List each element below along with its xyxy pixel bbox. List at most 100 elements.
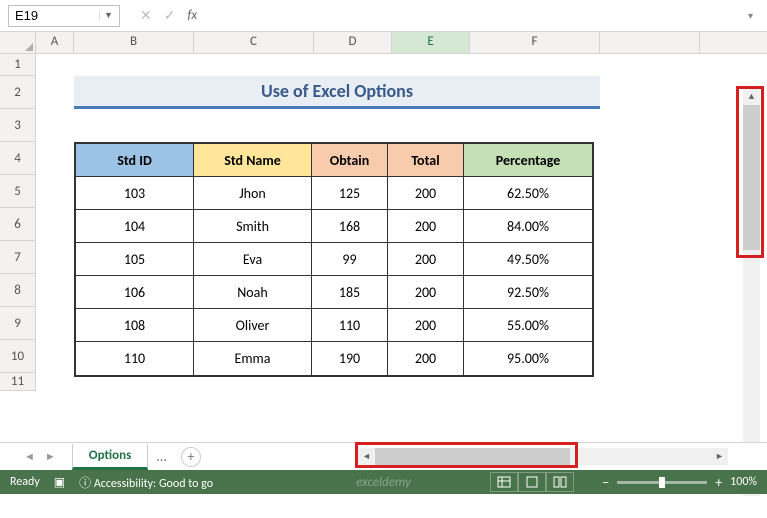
col-header-d[interactable]: D bbox=[314, 32, 392, 53]
fx-button[interactable]: fx bbox=[187, 8, 197, 23]
worksheet-area: A B C D E F 1 2 3 4 5 6 7 8 9 10 11 bbox=[0, 32, 767, 442]
page-layout-view-button[interactable] bbox=[518, 472, 546, 492]
cell[interactable]: 200 bbox=[388, 276, 464, 309]
cell[interactable]: 49.50% bbox=[464, 243, 592, 276]
cell[interactable]: 99 bbox=[312, 243, 388, 276]
table-row: 108 Oliver 110 200 55.00% bbox=[76, 309, 592, 342]
row-header[interactable]: 3 bbox=[0, 109, 35, 142]
zoom-out-button[interactable]: − bbox=[602, 474, 609, 491]
confirm-icon: ✓ bbox=[164, 7, 176, 24]
cell[interactable]: 200 bbox=[388, 243, 464, 276]
scroll-right-icon[interactable]: ► bbox=[711, 448, 728, 465]
accessibility-status[interactable]: ⓘ Accessibility: Good to go bbox=[79, 474, 213, 491]
cell[interactable]: 104 bbox=[76, 210, 194, 243]
table-row: 103 Jhon 125 200 62.50% bbox=[76, 177, 592, 210]
row-header[interactable]: 9 bbox=[0, 307, 35, 340]
row-header[interactable]: 10 bbox=[0, 340, 35, 373]
tab-prev-icon[interactable]: ◄ bbox=[24, 450, 35, 463]
row-header[interactable]: 5 bbox=[0, 175, 35, 208]
accessibility-label: Accessibility: Good to go bbox=[94, 477, 213, 491]
cell[interactable]: 110 bbox=[312, 309, 388, 342]
cell[interactable]: Eva bbox=[194, 243, 312, 276]
col-header-b[interactable]: B bbox=[74, 32, 194, 53]
row-header[interactable]: 4 bbox=[0, 142, 35, 175]
header-total[interactable]: Total bbox=[388, 144, 464, 177]
row-header[interactable]: 1 bbox=[0, 54, 35, 76]
col-header-c[interactable]: C bbox=[194, 32, 314, 53]
status-left: Ready ▣ ⓘ Accessibility: Good to go bbox=[10, 474, 213, 491]
table-row: 106 Noah 185 200 92.50% bbox=[76, 276, 592, 309]
sheet-tab-options[interactable]: Options bbox=[72, 444, 148, 470]
cell[interactable]: 190 bbox=[312, 342, 388, 375]
cell[interactable]: 200 bbox=[388, 309, 464, 342]
table-row: 110 Emma 190 200 95.00% bbox=[76, 342, 592, 375]
cell[interactable]: 106 bbox=[76, 276, 194, 309]
col-header-a[interactable]: A bbox=[36, 32, 74, 53]
cell[interactable]: 108 bbox=[76, 309, 194, 342]
grid-container: A B C D E F 1 2 3 4 5 6 7 8 9 10 11 bbox=[0, 32, 767, 442]
add-sheet-button[interactable]: + bbox=[181, 447, 201, 467]
row-header[interactable]: 2 bbox=[0, 76, 35, 109]
header-percentage[interactable]: Percentage bbox=[464, 144, 592, 177]
name-box[interactable]: ▼ bbox=[8, 5, 120, 27]
page-break-view-button[interactable] bbox=[546, 472, 574, 492]
status-ready: Ready bbox=[10, 475, 40, 489]
zoom-slider[interactable] bbox=[617, 481, 707, 484]
cell[interactable]: Jhon bbox=[194, 177, 312, 210]
cell[interactable]: Noah bbox=[194, 276, 312, 309]
row-header[interactable]: 11 bbox=[0, 373, 35, 391]
col-header-blank[interactable] bbox=[600, 32, 700, 53]
col-header-e[interactable]: E bbox=[392, 32, 470, 53]
column-headers: A B C D E F bbox=[0, 32, 767, 54]
tab-more-button[interactable]: ... bbox=[148, 448, 175, 465]
col-header-f[interactable]: F bbox=[470, 32, 600, 53]
zoom-slider-thumb[interactable] bbox=[659, 477, 665, 488]
header-std-name[interactable]: Std Name bbox=[194, 144, 312, 177]
cell[interactable]: Oliver bbox=[194, 309, 312, 342]
cell[interactable]: 92.50% bbox=[464, 276, 592, 309]
select-all-corner[interactable] bbox=[0, 32, 36, 53]
formula-input[interactable] bbox=[217, 6, 738, 26]
rows-area: 1 2 3 4 5 6 7 8 9 10 11 Use of Excel Opt… bbox=[0, 54, 767, 391]
row-header[interactable]: 8 bbox=[0, 274, 35, 307]
cell[interactable]: 168 bbox=[312, 210, 388, 243]
cell[interactable]: 105 bbox=[76, 243, 194, 276]
accessibility-icon: ⓘ bbox=[79, 477, 94, 491]
formula-expand-icon[interactable]: ▾ bbox=[748, 9, 759, 22]
cell[interactable]: Smith bbox=[194, 210, 312, 243]
zoom-controls: − + 100% bbox=[602, 474, 757, 491]
cell[interactable]: 95.00% bbox=[464, 342, 592, 375]
table-header-row: Std ID Std Name Obtain Total Percentage bbox=[76, 144, 592, 177]
sheet-title[interactable]: Use of Excel Options bbox=[74, 76, 600, 109]
row-header[interactable]: 6 bbox=[0, 208, 35, 241]
name-box-input[interactable] bbox=[9, 6, 99, 25]
name-box-dropdown[interactable]: ▼ bbox=[99, 10, 117, 21]
zoom-level[interactable]: 100% bbox=[730, 475, 757, 489]
cell[interactable]: 200 bbox=[388, 177, 464, 210]
sheet-tabs-bar: ◄ ► Options ... + ◄ ► bbox=[0, 442, 767, 470]
data-table: Std ID Std Name Obtain Total Percentage … bbox=[74, 142, 594, 377]
cancel-icon: ✕ bbox=[140, 7, 152, 24]
cell[interactable]: 62.50% bbox=[464, 177, 592, 210]
view-buttons bbox=[490, 472, 574, 492]
cell[interactable]: 125 bbox=[312, 177, 388, 210]
cell[interactable]: 84.00% bbox=[464, 210, 592, 243]
row-header[interactable]: 7 bbox=[0, 241, 35, 274]
cell[interactable]: 55.00% bbox=[464, 309, 592, 342]
cell[interactable]: 110 bbox=[76, 342, 194, 375]
formula-bar-row: ▼ ✕ ✓ fx ▾ bbox=[0, 0, 767, 32]
header-obtain[interactable]: Obtain bbox=[312, 144, 388, 177]
row-headers: 1 2 3 4 5 6 7 8 9 10 11 bbox=[0, 54, 36, 391]
cell[interactable]: 200 bbox=[388, 210, 464, 243]
header-std-id[interactable]: Std ID bbox=[76, 144, 194, 177]
normal-view-button[interactable] bbox=[490, 472, 518, 492]
cell[interactable]: 103 bbox=[76, 177, 194, 210]
macro-record-icon[interactable]: ▣ bbox=[54, 475, 65, 490]
cell[interactable]: 200 bbox=[388, 342, 464, 375]
zoom-in-button[interactable]: + bbox=[715, 474, 722, 491]
cell[interactable]: Emma bbox=[194, 342, 312, 375]
watermark: exceldemy bbox=[356, 475, 411, 490]
tab-next-icon[interactable]: ► bbox=[45, 450, 56, 463]
cell[interactable]: 185 bbox=[312, 276, 388, 309]
cells-grid[interactable]: Use of Excel Options Std ID Std Name Obt… bbox=[36, 54, 767, 391]
